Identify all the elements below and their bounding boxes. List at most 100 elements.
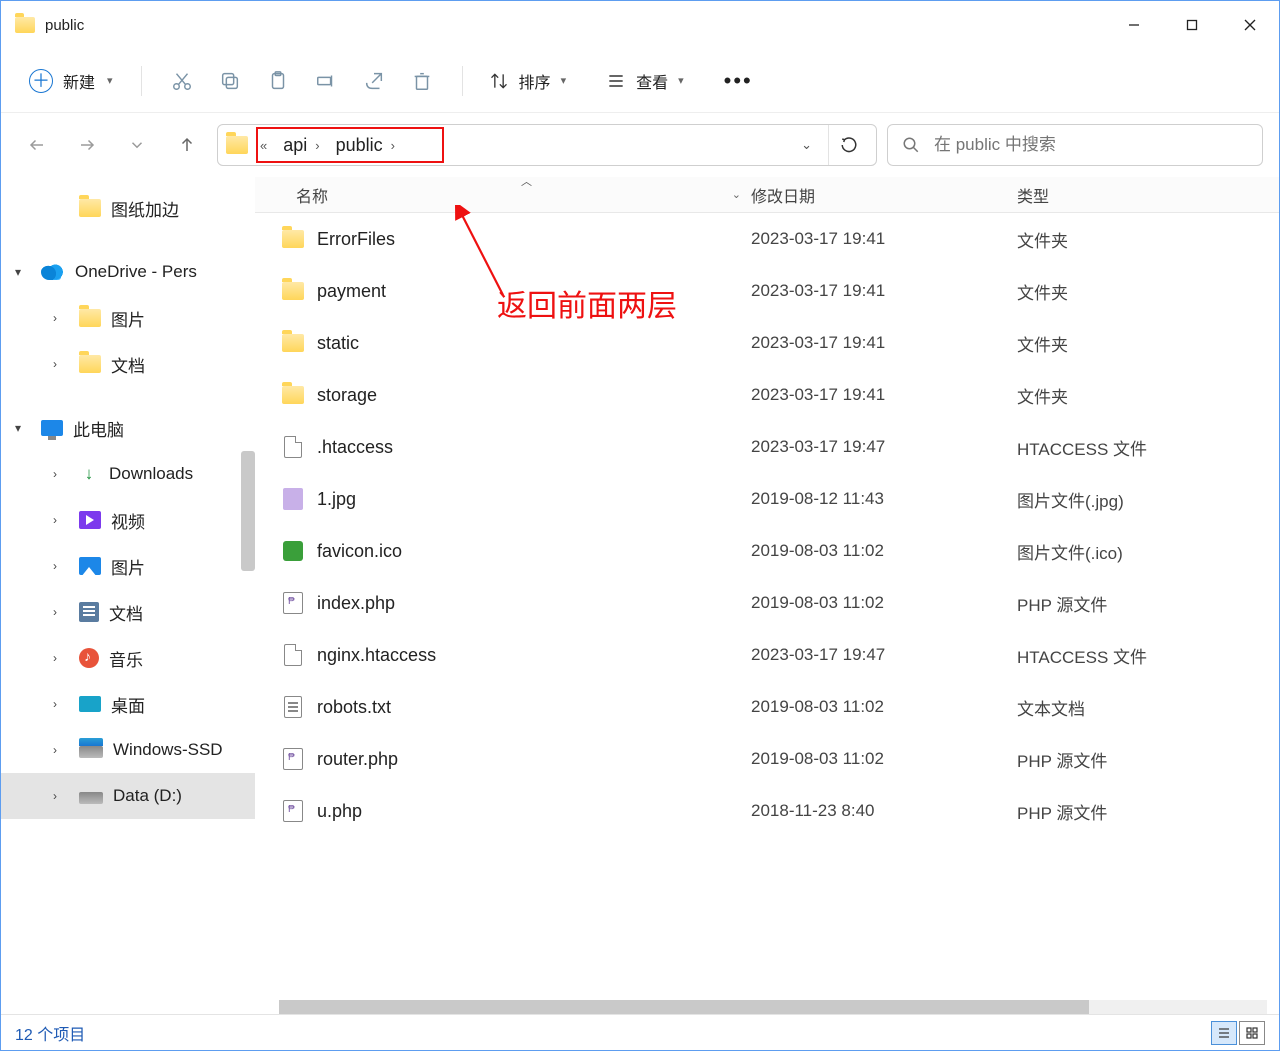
cut-button[interactable]	[160, 61, 204, 101]
sidebar-item-label: 文档	[109, 600, 143, 625]
sidebar-item-OneDrive - Pers[interactable]: ▾ OneDrive - Pers	[1, 249, 255, 295]
file-row[interactable]: static 2023-03-17 19:41 文件夹	[255, 317, 1279, 369]
column-date[interactable]: 修改日期	[751, 183, 1017, 207]
file-row[interactable]: router.php 2019-08-03 11:02 PHP 源文件	[255, 733, 1279, 785]
sidebar-item-Data (D:)[interactable]: › Data (D:)	[1, 773, 255, 819]
file-date: 2019-08-03 11:02	[751, 593, 1017, 613]
file-name: nginx.htaccess	[317, 645, 751, 666]
file-name: 1.jpg	[317, 489, 751, 510]
caret-icon: ›	[53, 357, 69, 371]
back-button[interactable]	[17, 125, 57, 165]
sidebar-item-文档[interactable]: › 文档	[1, 589, 255, 635]
search-bar[interactable]	[887, 124, 1263, 166]
search-input[interactable]	[934, 135, 1248, 155]
tiles-view-button[interactable]	[1239, 1021, 1265, 1045]
sort-button[interactable]: 排序 ▾	[481, 69, 575, 93]
sidebar-item-label: 图片	[111, 554, 145, 579]
file-row[interactable]: nginx.htaccess 2023-03-17 19:47 HTACCESS…	[255, 629, 1279, 681]
sidebar-item-label: 此电脑	[73, 416, 124, 441]
delete-button[interactable]	[400, 61, 444, 101]
caret-icon: ›	[53, 743, 69, 757]
breadcrumb-api[interactable]: api ›	[277, 135, 325, 156]
up-button[interactable]	[167, 125, 207, 165]
sidebar-item-图片[interactable]: › 图片	[1, 295, 255, 341]
view-button[interactable]: 查看 ▾	[598, 69, 692, 93]
sidebar-item-label: OneDrive - Pers	[75, 262, 197, 282]
status-bar: 12 个项目	[1, 1014, 1279, 1050]
paste-button[interactable]	[256, 61, 300, 101]
address-bar[interactable]: « api › public › ⌄	[217, 124, 877, 166]
sidebar-item-label: 图纸加边	[111, 196, 179, 221]
caret-icon: ▾	[15, 421, 31, 435]
breadcrumb-overflow[interactable]: «	[256, 138, 273, 153]
details-view-button[interactable]	[1211, 1021, 1237, 1045]
sidebar-item-label: 图片	[111, 306, 145, 331]
sidebar-item-音乐[interactable]: › 音乐	[1, 635, 255, 681]
caret-icon: ›	[53, 559, 69, 573]
sidebar-item-图片[interactable]: › 图片	[1, 543, 255, 589]
file-name: favicon.ico	[317, 541, 751, 562]
file-row[interactable]: robots.txt 2019-08-03 11:02 文本文档	[255, 681, 1279, 733]
new-button[interactable]: ＋ 新建 ▾	[19, 63, 123, 99]
horizontal-scrollbar[interactable]	[279, 1000, 1267, 1014]
file-row[interactable]: 1.jpg 2019-08-12 11:43 图片文件(.jpg)	[255, 473, 1279, 525]
file-type: 图片文件(.jpg)	[1017, 487, 1124, 512]
column-type-label: 类型	[1017, 189, 1049, 206]
sidebar-item-此电脑[interactable]: ▾ 此电脑	[1, 405, 255, 451]
sidebar-item-桌面[interactable]: › 桌面	[1, 681, 255, 727]
share-button[interactable]	[352, 61, 396, 101]
column-dropdown-icon[interactable]: ⌄	[732, 188, 741, 201]
close-button[interactable]	[1221, 1, 1279, 49]
file-row[interactable]: favicon.ico 2019-08-03 11:02 图片文件(.ico)	[255, 525, 1279, 577]
file-icon	[279, 644, 307, 666]
file-type: 文件夹	[1017, 279, 1068, 304]
chevron-right-icon: ›	[391, 138, 395, 153]
file-name: robots.txt	[317, 697, 751, 718]
column-type[interactable]: 类型	[1017, 183, 1279, 207]
file-row[interactable]: storage 2023-03-17 19:41 文件夹	[255, 369, 1279, 421]
forward-button[interactable]	[67, 125, 107, 165]
rename-button[interactable]	[304, 61, 348, 101]
sidebar-item-文档[interactable]: › 文档	[1, 341, 255, 387]
recent-button[interactable]	[117, 125, 157, 165]
file-type: 图片文件(.ico)	[1017, 539, 1123, 564]
file-row[interactable]: u.php 2018-11-23 8:40 PHP 源文件	[255, 785, 1279, 837]
file-type: 文件夹	[1017, 383, 1068, 408]
file-type: PHP 源文件	[1017, 747, 1107, 772]
address-dropdown[interactable]: ⌄	[789, 137, 824, 153]
file-row[interactable]: index.php 2019-08-03 11:02 PHP 源文件	[255, 577, 1279, 629]
file-type: PHP 源文件	[1017, 799, 1107, 824]
copy-button[interactable]	[208, 61, 252, 101]
file-date: 2023-03-17 19:41	[751, 229, 1017, 249]
column-name-label: 名称	[296, 183, 328, 207]
maximize-button[interactable]	[1163, 1, 1221, 49]
file-type: 文件夹	[1017, 227, 1068, 252]
sidebar-item-label: Data (D:)	[113, 786, 182, 806]
sidebar-item-Downloads[interactable]: › ↓ Downloads	[1, 451, 255, 497]
file-date: 2019-08-03 11:02	[751, 749, 1017, 769]
sidebar-item-Windows-SSD[interactable]: › Windows-SSD	[1, 727, 255, 773]
breadcrumb-public[interactable]: public ›	[330, 135, 401, 156]
status-text: 12 个项目	[15, 1021, 85, 1045]
breadcrumb-label: public	[336, 135, 383, 156]
file-date: 2019-08-03 11:02	[751, 697, 1017, 717]
sidebar-item-图纸加边[interactable]: 图纸加边	[1, 185, 255, 231]
file-row[interactable]: ErrorFiles 2023-03-17 19:41 文件夹	[255, 213, 1279, 265]
scrollbar-thumb[interactable]	[241, 451, 255, 571]
file-row[interactable]: .htaccess 2023-03-17 19:47 HTACCESS 文件	[255, 421, 1279, 473]
search-icon	[902, 136, 920, 154]
file-name: static	[317, 333, 751, 354]
separator	[462, 66, 463, 96]
scrollbar-thumb[interactable]	[279, 1000, 1089, 1014]
file-name: .htaccess	[317, 437, 751, 458]
more-button[interactable]: •••	[716, 68, 761, 94]
sidebar-item-视频[interactable]: › 视频	[1, 497, 255, 543]
refresh-button[interactable]	[828, 125, 868, 165]
file-date: 2023-03-17 19:41	[751, 385, 1017, 405]
caret-icon: ›	[53, 311, 69, 325]
minimize-button[interactable]	[1105, 1, 1163, 49]
sort-caret-icon: ︿	[521, 177, 532, 189]
file-row[interactable]: payment 2023-03-17 19:41 文件夹	[255, 265, 1279, 317]
file-date: 2018-11-23 8:40	[751, 801, 1017, 821]
column-name[interactable]: ︿ 名称 ⌄	[255, 183, 751, 207]
